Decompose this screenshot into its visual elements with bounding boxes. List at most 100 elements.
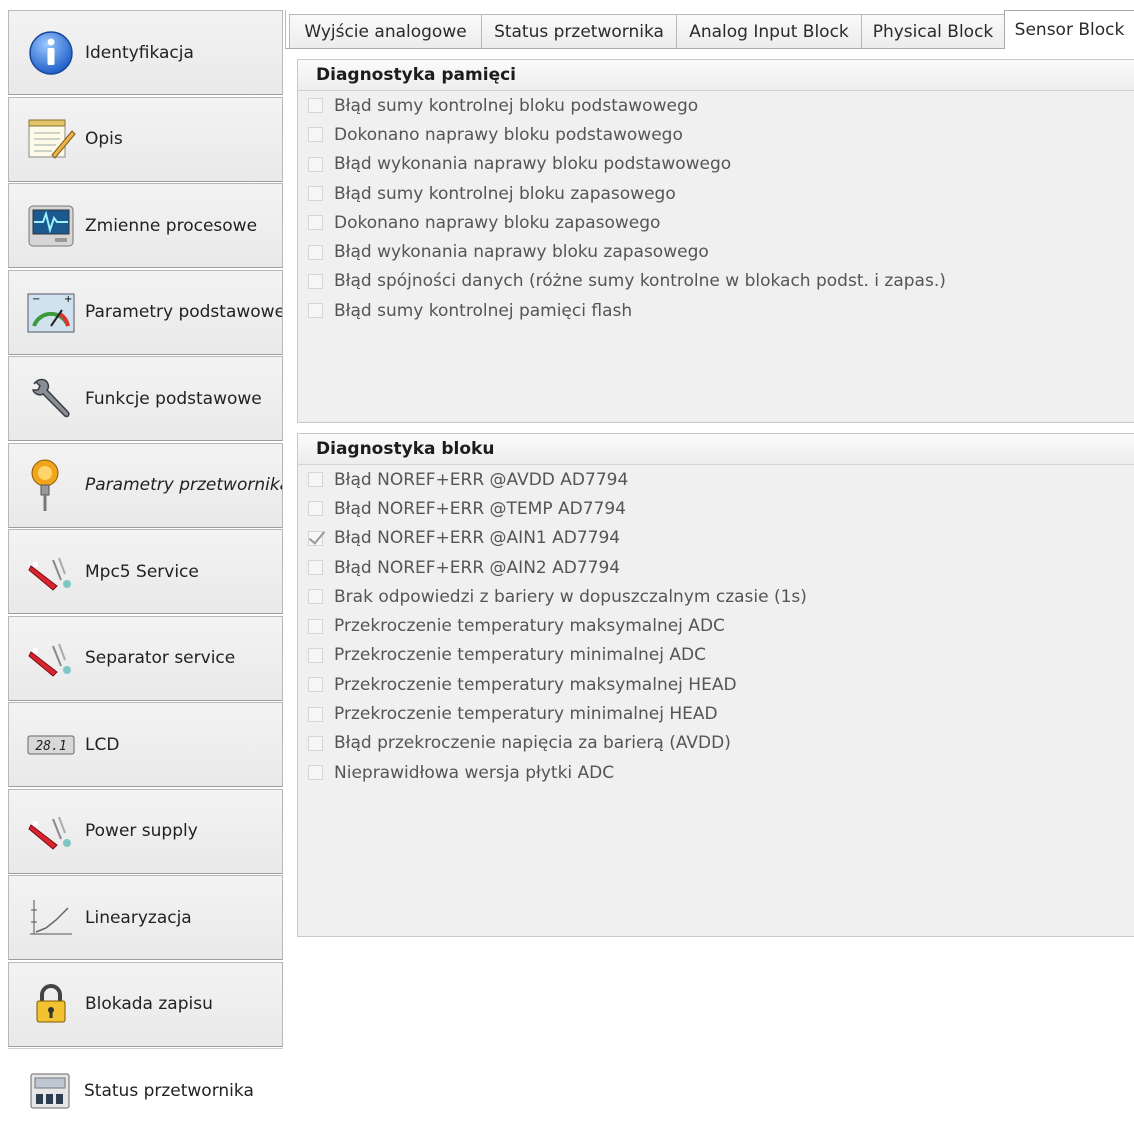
checkbox-row: Nieprawidłowa wersja płytki ADC [298, 758, 1134, 787]
sidebar-item-label: Zmienne procesowe [85, 215, 258, 236]
sidebar-item-label: LCD [85, 734, 120, 755]
sensor-block-panel: Diagnostyka pamięci Błąd sumy kontrolnej… [285, 49, 1134, 1130]
block-diagnostics-group: Diagnostyka bloku Błąd NOREF+ERR @AVDD A… [297, 433, 1134, 937]
tab-analog-input-block[interactable]: Analog Input Block [676, 14, 862, 48]
tab-wyjscie-analogowe[interactable]: Wyjście analogowe [289, 14, 482, 48]
checkbox[interactable] [308, 215, 323, 231]
tab-label: Physical Block [872, 21, 994, 42]
lcd-icon: 28.1 [21, 715, 81, 775]
sidebar-item-label: Parametry przetwornika [85, 475, 282, 495]
checkbox-label: Błąd NOREF+ERR @AVDD AD7794 [334, 469, 629, 490]
wrench-icon [21, 369, 81, 429]
checkbox[interactable] [308, 472, 323, 488]
checkbox-label: Błąd wykonania naprawy bloku podstawoweg… [334, 154, 732, 175]
tab-status-przetwornika[interactable]: Status przetwornika [481, 14, 677, 48]
info-icon [21, 23, 81, 83]
checkbox[interactable] [308, 765, 323, 781]
tab-label: Status przetwornika [494, 21, 664, 42]
checkbox[interactable] [308, 156, 323, 172]
checkbox-list: Błąd NOREF+ERR @AVDD AD7794 Błąd NOREF+ER… [298, 465, 1134, 787]
gauge-icon: − + [21, 282, 81, 342]
checkbox-row: Błąd NOREF+ERR @AIN2 AD7794 [298, 553, 1134, 582]
checkbox-label: Przekroczenie temperatury maksymalnej AD… [334, 616, 725, 637]
checkbox-label: Przekroczenie temperatury maksymalnej HE… [334, 674, 737, 695]
checkbox-row: Błąd przekroczenie napięcia za barierą (… [298, 729, 1134, 758]
checkbox[interactable] [308, 127, 323, 143]
sidebar-item-lcd[interactable]: 28.1 LCD [8, 702, 283, 787]
sidebar-item-label: Linearyzacja [85, 907, 192, 928]
checkbox-label: Błąd sumy kontrolnej pamięci flash [334, 300, 633, 321]
checkbox[interactable] [308, 706, 323, 722]
sidebar-item-opis[interactable]: Opis [8, 96, 283, 182]
checkbox[interactable] [308, 560, 323, 576]
checkbox[interactable] [308, 244, 323, 260]
tab-sensor-block[interactable]: Sensor Block [1004, 10, 1134, 49]
sidebar-item-separator-service[interactable]: Separator service [8, 615, 283, 701]
checkbox-label: Błąd NOREF+ERR @AIN2 AD7794 [334, 557, 621, 578]
checkbox-row: Przekroczenie temperatury minimalnej ADC [298, 641, 1134, 670]
checkbox[interactable] [308, 303, 323, 319]
sidebar-item-mpc5-service[interactable]: Mpc5 Service [8, 529, 283, 614]
checkbox-row: Błąd sumy kontrolnej pamięci flash [298, 296, 1134, 325]
tab-physical-block[interactable]: Physical Block [861, 14, 1005, 48]
sidebar-item-parametry-przetwornika[interactable]: Parametry przetwornika [8, 442, 283, 528]
checkbox[interactable] [308, 273, 323, 289]
sidebar-item-label: Blokada zapisu [85, 994, 213, 1014]
checkbox-label: Błąd sumy kontrolnej bloku podstawowego [334, 95, 699, 116]
group-title: Diagnostyka bloku [298, 434, 1134, 465]
checkbox-row: Błąd wykonania naprawy bloku zapasowego [298, 237, 1134, 266]
sidebar-item-funkcje-podstawowe[interactable]: Funkcje podstawowe [8, 356, 283, 441]
checkbox[interactable] [308, 501, 323, 517]
svg-text:28.1: 28.1 [35, 739, 66, 754]
padlock-icon [21, 974, 81, 1034]
checkbox-row: Błąd NOREF+ERR @TEMP AD7794 [298, 494, 1134, 523]
checkbox-list: Błąd sumy kontrolnej bloku podstawowego D… [298, 91, 1134, 325]
checkbox-label: Błąd przekroczenie napięcia za barierą (… [334, 733, 731, 754]
sidebar-item-label: Status przetwornika [84, 1081, 254, 1101]
sidebar-item-linearyzacja[interactable]: Linearyzacja [8, 875, 283, 960]
sidebar-item-blokada-zapisu[interactable]: Blokada zapisu [8, 961, 283, 1047]
memory-diagnostics-group: Diagnostyka pamięci Błąd sumy kontrolnej… [297, 59, 1134, 423]
service-tool-icon [21, 542, 81, 602]
status-panel-icon [20, 1061, 80, 1121]
sidebar-item-label: Opis [85, 129, 123, 149]
checkbox-label: Błąd spójności danych (różne sumy kontro… [334, 271, 946, 292]
checkbox-label: Dokonano naprawy bloku podstawowego [334, 124, 683, 145]
checkbox-row: Przekroczenie temperatury minimalnej HEA… [298, 699, 1134, 728]
checkbox-label: Błąd wykonania naprawy bloku zapasowego [334, 242, 709, 263]
checkbox-row: Brak odpowiedzi z bariery w dopuszczalny… [298, 582, 1134, 611]
checkbox-label: Błąd NOREF+ERR @AIN1 AD7794 [334, 528, 621, 549]
checkbox[interactable] [308, 647, 323, 663]
svg-text:−: − [32, 294, 40, 305]
sidebar-item-label: Parametry podstawowe [85, 302, 282, 322]
sidebar-item-status-przetwornika[interactable]: Status przetwornika [8, 1048, 283, 1133]
sidebar-item-identyfikacja[interactable]: Identyfikacja [8, 10, 283, 95]
sidebar-item-label: Identyfikacja [85, 42, 194, 63]
notepad-icon [21, 109, 81, 169]
checkbox[interactable] [308, 98, 323, 114]
checkbox[interactable] [308, 589, 323, 605]
sidebar-item-label: Funkcje podstawowe [85, 388, 262, 409]
sidebar-item-power-supply[interactable]: Power supply [8, 788, 283, 874]
checkbox-row: Błąd NOREF+ERR @AIN1 AD7794 [298, 524, 1134, 553]
tab-label: Sensor Block [1014, 20, 1125, 40]
transmitter-icon [21, 455, 81, 515]
tab-label: Analog Input Block [689, 21, 849, 42]
checkbox[interactable] [308, 735, 323, 751]
checkbox[interactable] [308, 186, 323, 202]
sidebar-item-parametry-podstawowe[interactable]: − + Parametry podstawowe [8, 269, 283, 355]
checkbox-label: Nieprawidłowa wersja płytki ADC [334, 762, 615, 783]
checkbox-label: Dokonano naprawy bloku zapasowego [334, 212, 661, 233]
checkbox-row: Błąd wykonania naprawy bloku podstawoweg… [298, 150, 1134, 179]
checkbox-label: Błąd NOREF+ERR @TEMP AD7794 [334, 498, 626, 519]
checkbox-label: Przekroczenie temperatury minimalnej HEA… [334, 704, 718, 725]
checkbox-row: Przekroczenie temperatury maksymalnej HE… [298, 670, 1134, 699]
checkbox[interactable] [308, 677, 323, 693]
checkbox[interactable] [308, 618, 323, 634]
svg-text:+: + [64, 294, 72, 305]
checkbox-row: Przekroczenie temperatury maksymalnej AD… [298, 611, 1134, 640]
checkbox-checked[interactable] [308, 530, 323, 546]
tab-label: Wyjście analogowe [304, 21, 467, 42]
checkbox-label: Błąd sumy kontrolnej bloku zapasowego [334, 183, 676, 204]
sidebar-item-zmienne-procesowe[interactable]: Zmienne procesowe [8, 183, 283, 268]
